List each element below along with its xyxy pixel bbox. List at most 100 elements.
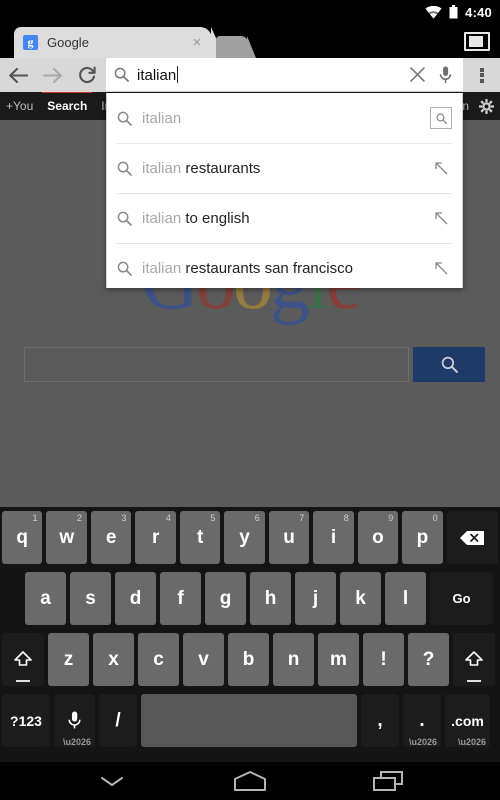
- key-label: r: [151, 526, 160, 548]
- suggestion-row[interactable]: italian: [107, 93, 462, 143]
- reload-icon: [79, 66, 96, 83]
- key-c[interactable]: c: [138, 633, 179, 686]
- gear-icon[interactable]: [479, 98, 494, 114]
- key-exclamation[interactable]: !: [363, 633, 404, 686]
- key-q[interactable]: 1q: [2, 511, 43, 564]
- suggestion-rest: restaurants san francisco: [181, 259, 353, 277]
- google-top-nav-right: n: [462, 92, 494, 120]
- window-switcher-icon[interactable]: [464, 32, 490, 51]
- key-b[interactable]: b: [228, 633, 269, 686]
- reload-button[interactable]: [70, 58, 105, 92]
- key-question[interactable]: ?: [408, 633, 449, 686]
- key-symbols[interactable]: ?123: [2, 694, 50, 747]
- key-s[interactable]: s: [70, 572, 111, 625]
- key-n[interactable]: n: [273, 633, 314, 686]
- suggestion-prefix: italian: [142, 109, 182, 127]
- key-number: 9: [388, 513, 394, 523]
- tab-strip: g Google ×: [0, 24, 500, 58]
- shift-underline: [467, 680, 481, 682]
- key-y[interactable]: 6y: [224, 511, 265, 564]
- recent-apps-button[interactable]: [365, 766, 411, 796]
- key-i[interactable]: 8i: [313, 511, 354, 564]
- hide-keyboard-button[interactable]: [89, 766, 135, 796]
- key-comma[interactable]: ,: [361, 694, 399, 747]
- search-in-box-icon[interactable]: [430, 107, 452, 129]
- key-label: x: [108, 648, 119, 670]
- suggestion-row[interactable]: italian to english: [107, 193, 462, 243]
- key-l[interactable]: l: [385, 572, 426, 625]
- fill-arrow-icon[interactable]: [430, 157, 452, 179]
- key-label: .: [419, 709, 425, 731]
- hide-keyboard-chevron-icon: [101, 777, 123, 786]
- nav-search[interactable]: Search: [42, 92, 93, 113]
- nav-plus-you[interactable]: +You: [6, 99, 33, 113]
- key-x[interactable]: x: [93, 633, 134, 686]
- key-t[interactable]: 5t: [179, 511, 221, 564]
- key-label: l: [402, 587, 409, 609]
- omnibox-clear-button[interactable]: [403, 58, 431, 91]
- forward-arrow-icon: [42, 67, 62, 83]
- key-w[interactable]: 2w: [46, 511, 87, 564]
- suggestion-prefix: italian: [142, 159, 182, 177]
- key-p[interactable]: 0p: [402, 511, 443, 564]
- key-z[interactable]: z: [48, 633, 89, 686]
- key-number: 3: [121, 513, 127, 523]
- home-button[interactable]: [227, 766, 273, 796]
- forward-button[interactable]: [35, 58, 70, 92]
- nav-sign-in[interactable]: n: [462, 99, 469, 113]
- key-k[interactable]: k: [340, 572, 381, 625]
- key-backspace[interactable]: [446, 511, 499, 564]
- page-search-input[interactable]: [24, 347, 409, 382]
- fill-arrow-icon[interactable]: [430, 257, 452, 279]
- back-button[interactable]: [0, 58, 35, 92]
- suggestion-rest: restaurants: [181, 159, 261, 177]
- tab-close-icon[interactable]: ×: [188, 34, 206, 51]
- keyboard-row-2: a s d f g h j k l Go: [0, 568, 500, 629]
- key-shift-left[interactable]: [2, 633, 44, 686]
- suggestion-text: italian restaurants: [142, 160, 430, 177]
- omnibox[interactable]: italian: [106, 58, 463, 91]
- key-label: h: [264, 587, 277, 609]
- key-space[interactable]: [141, 694, 357, 747]
- key-label: t: [196, 526, 204, 548]
- key-label: Go: [452, 591, 471, 606]
- overflow-menu-button[interactable]: [464, 58, 500, 92]
- suggestion-row[interactable]: italian restaurants san francisco: [107, 243, 462, 293]
- suggestion-text: italian restaurants san francisco: [142, 260, 430, 277]
- key-dotcom[interactable]: .com \u2026: [445, 694, 490, 747]
- key-a[interactable]: a: [25, 572, 66, 625]
- key-go[interactable]: Go: [430, 572, 493, 625]
- suggestion-row[interactable]: italian restaurants: [107, 143, 462, 193]
- search-icon: [117, 111, 132, 126]
- fill-arrow-icon[interactable]: [430, 207, 452, 229]
- background-tab[interactable]: [216, 36, 256, 58]
- key-o[interactable]: 9o: [357, 511, 399, 564]
- key-m[interactable]: m: [318, 633, 359, 686]
- key-slash[interactable]: /: [99, 694, 137, 747]
- wifi-icon: [425, 5, 442, 18]
- key-f[interactable]: f: [160, 572, 201, 625]
- key-g[interactable]: g: [205, 572, 246, 625]
- key-v[interactable]: v: [183, 633, 224, 686]
- battery-icon: [449, 5, 458, 19]
- key-label: n: [287, 648, 300, 670]
- key-shift-right[interactable]: [453, 633, 495, 686]
- key-u[interactable]: 7u: [268, 511, 310, 564]
- key-e[interactable]: 3e: [90, 511, 132, 564]
- shift-icon: [14, 651, 32, 666]
- key-label: ?123: [10, 712, 42, 729]
- voice-search-button[interactable]: [431, 58, 459, 91]
- key-number: 2: [76, 513, 82, 523]
- page-search-button[interactable]: [413, 347, 485, 382]
- key-r[interactable]: 4r: [135, 511, 176, 564]
- shift-underline: [16, 680, 30, 682]
- key-j[interactable]: j: [295, 572, 336, 625]
- key-h[interactable]: h: [250, 572, 291, 625]
- key-voice-input[interactable]: \u2026: [54, 694, 95, 747]
- key-label: z: [63, 648, 74, 670]
- key-d[interactable]: d: [115, 572, 156, 625]
- key-period[interactable]: . \u2026: [403, 694, 441, 747]
- omnibox-input[interactable]: italian: [137, 65, 403, 84]
- browser-tab-google[interactable]: g Google ×: [14, 27, 225, 58]
- text-caret: [177, 65, 179, 83]
